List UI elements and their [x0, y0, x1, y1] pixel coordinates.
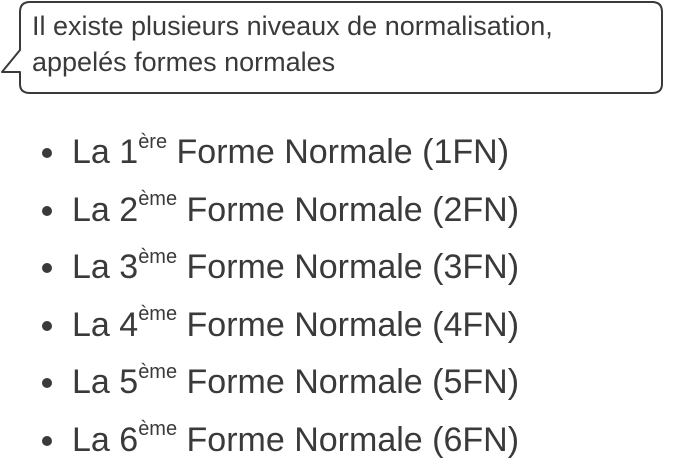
list-item-text: La 3ème Forme Normale (3FN) — [72, 239, 519, 297]
bullet-icon — [42, 378, 52, 388]
bullet-icon — [42, 436, 52, 446]
list-item-text: La 4ème Forme Normale (4FN) — [72, 297, 519, 355]
list-item-text: La 2ème Forme Normale (2FN) — [72, 182, 519, 240]
bullet-icon — [42, 321, 52, 331]
callout-text: Il existe plusieurs niveaux de normalisa… — [32, 8, 652, 80]
list-item-text: La 6ème Forme Normale (6FN) — [72, 412, 519, 469]
bullet-icon — [42, 263, 52, 273]
list-item-text: La 5ème Forme Normale (5FN) — [72, 354, 519, 412]
callout-line-1: Il existe plusieurs niveaux de normalisa… — [32, 8, 652, 44]
bullet-icon — [42, 206, 52, 216]
speech-callout: Il existe plusieurs niveaux de normalisa… — [18, 0, 658, 92]
callout-line-2: appelés formes normales — [32, 44, 652, 80]
list-item-text: La 1ère Forme Normale (1FN) — [72, 124, 509, 182]
bullet-icon — [42, 148, 52, 158]
